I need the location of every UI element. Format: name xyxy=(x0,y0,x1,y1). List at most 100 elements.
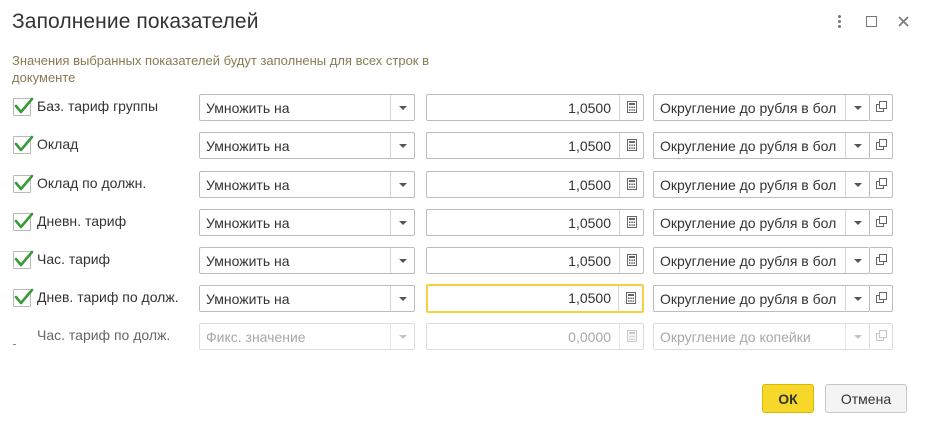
value-input[interactable]: 1,0500 xyxy=(426,132,644,159)
include-checkbox[interactable] xyxy=(13,174,34,193)
close-button[interactable] xyxy=(894,12,912,30)
open-rounding-button[interactable] xyxy=(870,171,893,198)
cancel-button[interactable]: Отмена xyxy=(825,384,907,413)
rounding-value: Округление до рубля в бол xyxy=(660,177,837,193)
value-text: 1,0500 xyxy=(568,253,611,269)
rounding-dropdown-button[interactable] xyxy=(845,133,869,158)
value-text: 1,0500 xyxy=(568,100,611,116)
value-text: 1,0500 xyxy=(568,290,611,306)
open-rounding-button[interactable] xyxy=(870,132,893,159)
include-checkbox[interactable] xyxy=(13,288,34,307)
rounding-select[interactable]: Округление до рубля в бол xyxy=(653,94,870,121)
rounding-value: Округление до рубля в бол xyxy=(660,253,837,269)
calculator-button[interactable] xyxy=(619,133,643,158)
rounding-value: Округление до рубля в бол xyxy=(660,291,837,307)
rounding-dropdown-button[interactable] xyxy=(845,210,869,235)
value-input[interactable]: 1,0500 xyxy=(426,247,644,274)
operation-select[interactable]: Умножить на xyxy=(199,94,415,121)
indicator-row: Час. тариф по долж. Фикс. значение 0,0000 О… xyxy=(0,321,930,351)
operation-select[interactable]: Умножить на xyxy=(199,132,415,159)
value-input[interactable]: 1,0500 xyxy=(426,284,644,313)
operation-dropdown-button[interactable] xyxy=(390,248,414,273)
more-menu-button[interactable] xyxy=(830,12,848,30)
calculator-button[interactable] xyxy=(618,286,642,311)
operation-dropdown-button[interactable] xyxy=(390,286,414,311)
chevron-down-icon xyxy=(853,334,862,339)
operation-value: Умножить на xyxy=(206,215,290,231)
calculator-icon xyxy=(626,329,637,345)
include-checkbox[interactable] xyxy=(13,97,34,116)
indicator-label: Дневн. тариф xyxy=(37,213,127,229)
indicator-label: Днев. тариф по долж. xyxy=(37,289,179,305)
include-checkbox[interactable] xyxy=(13,212,34,231)
chevron-down-icon xyxy=(398,220,407,225)
operation-dropdown-button[interactable] xyxy=(390,95,414,120)
open-form-icon xyxy=(875,137,887,155)
rounding-select[interactable]: Округление до рубля в бол xyxy=(653,209,870,236)
rounding-dropdown-button[interactable] xyxy=(845,286,869,311)
window-controls xyxy=(830,12,912,30)
rounding-select[interactable]: Округление до рубля в бол xyxy=(653,247,870,274)
open-rounding-button[interactable] xyxy=(870,285,893,312)
calculator-icon xyxy=(625,291,636,307)
chevron-down-icon xyxy=(398,143,407,148)
value-text: 1,0500 xyxy=(568,215,611,231)
open-rounding-button[interactable] xyxy=(870,209,893,236)
rounding-dropdown-button[interactable] xyxy=(845,95,869,120)
indicator-label: Баз. тариф группы xyxy=(37,98,159,114)
calculator-button[interactable] xyxy=(619,172,643,197)
chevron-down-icon xyxy=(853,258,862,263)
calculator-button xyxy=(619,324,643,349)
operation-select[interactable]: Умножить на xyxy=(199,285,415,312)
rounding-value: Округление до рубля в бол xyxy=(660,215,837,231)
chevron-down-icon xyxy=(398,334,407,339)
operation-value: Фикс. значение xyxy=(206,329,306,345)
calculator-button[interactable] xyxy=(619,248,643,273)
indicator-label: Оклад xyxy=(37,136,79,152)
open-form-icon xyxy=(875,214,887,232)
value-input[interactable]: 1,0500 xyxy=(426,94,644,121)
include-checkbox[interactable] xyxy=(13,250,34,269)
include-checkbox[interactable] xyxy=(13,327,31,345)
indicator-row: Дневн. тариф Умножить на 1,0500 Округление … xyxy=(0,207,930,237)
value-input[interactable]: 1,0500 xyxy=(426,209,644,236)
operation-value: Умножить на xyxy=(206,291,290,307)
chevron-down-icon xyxy=(398,182,407,187)
open-form-icon xyxy=(875,290,887,308)
rounding-dropdown-button[interactable] xyxy=(845,248,869,273)
operation-select[interactable]: Умножить на xyxy=(199,247,415,274)
rounding-select[interactable]: Округление до рубля в бол xyxy=(653,285,870,312)
indicator-row: Час. тариф Умножить на 1,0500 Округление до… xyxy=(0,245,930,275)
open-rounding-button[interactable] xyxy=(870,94,893,121)
calculator-icon xyxy=(626,253,637,269)
rounding-select: Округление до копейки xyxy=(653,323,870,350)
calculator-button[interactable] xyxy=(619,210,643,235)
chevron-down-icon xyxy=(853,296,862,301)
include-checkbox[interactable] xyxy=(13,135,34,154)
rounding-value: Округление до копейки xyxy=(660,329,811,345)
operation-select[interactable]: Умножить на xyxy=(199,209,415,236)
indicator-label: Оклад по должн. xyxy=(37,175,147,191)
indicator-row: Баз. тариф группы Умножить на 1,0500 Округл… xyxy=(0,92,930,122)
operation-value: Умножить на xyxy=(206,138,290,154)
operation-dropdown-button[interactable] xyxy=(390,210,414,235)
value-text: 0,0000 xyxy=(568,329,611,345)
rounding-select[interactable]: Округление до рубля в бол xyxy=(653,171,870,198)
operation-select[interactable]: Умножить на xyxy=(199,171,415,198)
rounding-select[interactable]: Округление до рубля в бол xyxy=(653,132,870,159)
indicator-row: Оклад Умножить на 1,0500 Округление до рубл… xyxy=(0,130,930,160)
indicator-row: Днев. тариф по долж. Умножить на 1,0500 Окр… xyxy=(0,283,930,313)
value-text: 1,0500 xyxy=(568,177,611,193)
maximize-button[interactable] xyxy=(862,12,880,30)
operation-dropdown-button[interactable] xyxy=(390,172,414,197)
chevron-down-icon xyxy=(853,182,862,187)
operation-dropdown-button[interactable] xyxy=(390,133,414,158)
open-rounding-button[interactable] xyxy=(870,247,893,274)
value-input[interactable]: 1,0500 xyxy=(426,171,644,198)
rounding-dropdown-button[interactable] xyxy=(845,172,869,197)
calculator-button[interactable] xyxy=(619,95,643,120)
open-form-icon xyxy=(875,176,887,194)
operation-value: Умножить на xyxy=(206,100,290,116)
chevron-down-icon xyxy=(853,143,862,148)
ok-button[interactable]: ОК xyxy=(762,384,814,413)
